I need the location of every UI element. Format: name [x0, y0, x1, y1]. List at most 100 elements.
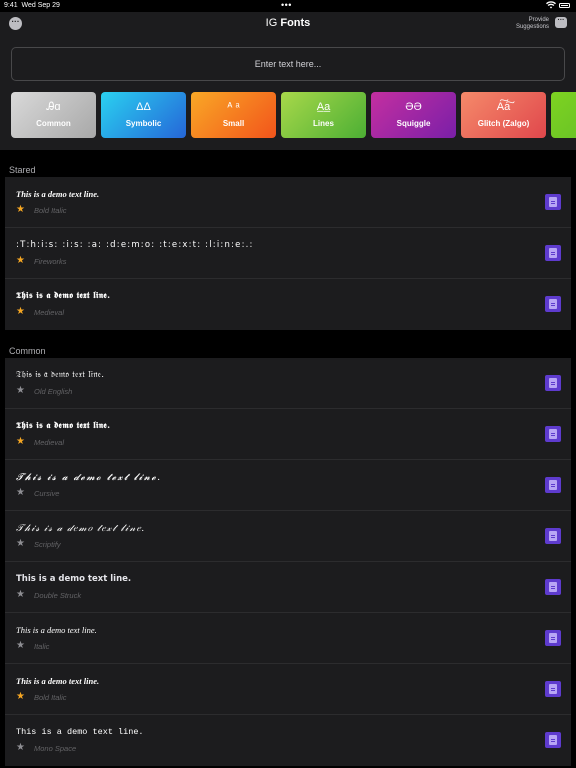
star-icon[interactable]: ★ [16, 538, 25, 550]
font-row[interactable]: This is a demo text line. ★ Double Struck [5, 562, 571, 613]
font-name: Medieval [34, 438, 65, 447]
font-sample-text: 𝒯𝒽𝒾𝓈 𝒾𝓈 𝒶 𝒹𝑒𝓂𝑜 𝓉𝑒𝓍𝓉 𝓁𝒾𝓃𝑒. [16, 524, 146, 534]
category-glitch-zalgo[interactable]: A͠a͠ Glitch (Zalgo) [461, 92, 546, 138]
copy-document-icon [549, 684, 557, 694]
copy-button[interactable] [545, 579, 561, 595]
copy-document-icon [549, 197, 557, 207]
common-list: 𝔗𝔥𝔦𝔰 𝔦𝔰 𝔞 𝔡𝔢𝔪𝔬 𝔱𝔢𝔵𝔱 𝔩𝔦𝔫𝔢. ★ Old English 𝕿𝖍𝖎… [5, 358, 571, 766]
font-name: Medieval [34, 308, 65, 317]
copy-button[interactable] [545, 681, 561, 697]
category-label: Lines [313, 119, 334, 128]
copy-button[interactable] [545, 245, 561, 261]
font-row[interactable]: ꞉T꞉h꞉i꞉s꞉ ꞉i꞉s꞉ ꞉a꞉ ꞉d꞉e꞉m꞉o꞉ ꞉t꞉e꞉x꞉t꞉ … [5, 228, 571, 279]
font-sample-text: This is a demo text line. [16, 189, 100, 199]
status-bar: 9:41 Wed Sep 29 ••• [0, 0, 576, 12]
section-header-stared: Stared [9, 165, 36, 175]
category-glyph: A̲a̲ [316, 101, 331, 113]
category-glyph: A͠a͠ [496, 101, 511, 113]
category-glyph: Ꭿɑ [46, 101, 61, 113]
copy-button[interactable] [545, 426, 561, 442]
font-row[interactable]: 𝕿𝖍𝖎𝖘 𝖎𝖘 𝖆 𝖉𝖊𝖒𝖔 𝖙𝖊𝖝𝖙 𝖑𝖎𝖓𝖊. ★ Medieval [5, 279, 571, 330]
star-icon[interactable]: ★ [16, 691, 25, 703]
copy-button[interactable] [545, 375, 561, 391]
copy-document-icon [549, 429, 557, 439]
category-small[interactable]: ᴬ ᵃ Small [191, 92, 276, 138]
stared-list: This is a demo text line. ★ Bold Italic ꞉T꞉… [5, 177, 571, 330]
font-row[interactable]: 𝔗𝔥𝔦𝔰 𝔦𝔰 𝔞 𝔡𝔢𝔪𝔬 𝔱𝔢𝔵𝔱 𝔩𝔦𝔫𝔢. ★ Old English [5, 358, 571, 409]
font-row[interactable]: 𝕿𝖍𝖎𝖘 𝖎𝖘 𝖆 𝖉𝖊𝖒𝖔 𝖙𝖊𝖝𝖙 𝖑𝖎𝖓𝖊. ★ Medieval [5, 409, 571, 460]
font-name: Old English [34, 387, 73, 396]
copy-button[interactable] [545, 528, 561, 544]
star-icon[interactable]: ★ [16, 589, 25, 601]
font-sample-text: This is a demo text line. [16, 676, 100, 686]
font-name: Bold Italic [34, 206, 67, 215]
category-glyph: ƏƏ [405, 101, 422, 113]
section-header-common: Common [9, 346, 46, 356]
font-row[interactable]: 𝒯𝒽𝒾𝓈 𝒾𝓈 𝒶 𝒹𝑒𝓂𝑜 𝓉𝑒𝓍𝓉 𝓁𝒾𝓃𝑒. ★ Scriptify [5, 511, 571, 562]
star-icon[interactable]: ★ [16, 306, 25, 318]
category-common[interactable]: Ꭿɑ Common [11, 92, 96, 138]
star-icon[interactable]: ★ [16, 385, 25, 397]
font-sample-text: 𝓣𝓱𝓲𝓼 𝓲𝓼 𝓪 𝓭𝓮𝓶𝓸 𝓽𝓮𝔁𝓽 𝓵𝓲𝓷𝓮. [16, 472, 162, 483]
provide-suggestions-button[interactable]: Provide Suggestions [516, 17, 549, 31]
font-name: Bold Italic [34, 693, 67, 702]
font-row[interactable]: This is a demo text line. ★ Italic [5, 613, 571, 664]
copy-button[interactable] [545, 194, 561, 210]
font-row[interactable]: This is a demo text line. ★ Bold Italic [5, 664, 571, 715]
category-label: Common [36, 119, 71, 128]
font-name: Mono Space [34, 744, 77, 753]
copy-document-icon [549, 735, 557, 745]
wifi-icon [546, 1, 556, 11]
copy-button[interactable] [545, 296, 561, 312]
font-name: Scriptify [34, 540, 61, 549]
chat-bubble-icon[interactable]: ··· [555, 17, 567, 28]
category-more[interactable] [551, 92, 576, 138]
font-sample-text: This is a demo text line. [16, 625, 97, 635]
multitasking-dots[interactable]: ••• [281, 0, 292, 10]
star-icon[interactable]: ★ [16, 436, 25, 448]
category-squiggle[interactable]: ƏƏ Squiggle [371, 92, 456, 138]
category-symbolic[interactable]: ΔΔ Symbolic [101, 92, 186, 138]
font-name: Italic [34, 642, 50, 651]
font-sample-text: This is a demo text line. [16, 574, 132, 584]
category-label: Symbolic [125, 119, 162, 128]
font-name: Double Struck [34, 591, 82, 600]
category-glyph: ΔΔ [136, 101, 151, 113]
copy-document-icon [549, 299, 557, 309]
copy-document-icon [549, 378, 557, 388]
category-lines[interactable]: A̲a̲ Lines [281, 92, 366, 138]
font-sample-text: ꞉T꞉h꞉i꞉s꞉ ꞉i꞉s꞉ ꞉a꞉ ꞉d꞉e꞉m꞉o꞉ ꞉t꞉e꞉x꞉t꞉ … [16, 240, 254, 250]
font-sample-text: This is a demo text line. [16, 727, 144, 737]
star-icon[interactable]: ★ [16, 255, 25, 267]
copy-button[interactable] [545, 630, 561, 646]
font-sample-text: 𝕿𝖍𝖎𝖘 𝖎𝖘 𝖆 𝖉𝖊𝖒𝖔 𝖙𝖊𝖝𝖙 𝖑𝖎𝖓𝖊. [16, 291, 111, 301]
category-glyph: ᴬ ᵃ [227, 101, 240, 113]
font-name: Fireworks [34, 257, 67, 266]
copy-document-icon [549, 531, 557, 541]
category-label: Squiggle [396, 119, 431, 128]
font-name: Cursive [34, 489, 60, 498]
status-time: 9:41 Wed Sep 29 [4, 2, 60, 9]
font-row[interactable]: This is a demo text line. ★ Bold Italic [5, 177, 571, 228]
category-scroller[interactable]: Ꭿɑ Common ΔΔ Symbolic ᴬ ᵃ Small A̲a̲ Lines ƏƏ Squ… [11, 92, 576, 138]
header-area: Ꭿɑ Common ΔΔ Symbolic ᴬ ᵃ Small A̲a̲ Lines ƏƏ Squ… [0, 36, 576, 150]
star-icon[interactable]: ★ [16, 487, 25, 499]
font-row[interactable]: 𝓣𝓱𝓲𝓼 𝓲𝓼 𝓪 𝓭𝓮𝓶𝓸 𝓽𝓮𝔁𝓽 𝓵𝓲𝓷𝓮. ★ Cursive [5, 460, 571, 511]
category-label: Small [222, 119, 245, 128]
text-input[interactable] [11, 47, 565, 81]
copy-button[interactable] [545, 732, 561, 748]
font-row[interactable]: This is a demo text line. ★ Mono Space [5, 715, 571, 766]
copy-button[interactable] [545, 477, 561, 493]
copy-document-icon [549, 480, 557, 490]
category-label: Glitch (Zalgo) [477, 119, 530, 128]
nav-bar: ··· IG Fonts Provide Suggestions ··· [0, 12, 576, 36]
font-sample-text: 𝕿𝖍𝖎𝖘 𝖎𝖘 𝖆 𝖉𝖊𝖒𝖔 𝖙𝖊𝖝𝖙 𝖑𝖎𝖓𝖊. [16, 421, 111, 431]
copy-document-icon [549, 248, 557, 258]
star-icon[interactable]: ★ [16, 204, 25, 216]
copy-document-icon [549, 633, 557, 643]
battery-icon [559, 3, 570, 8]
page-title: IG Fonts [265, 17, 311, 29]
star-icon[interactable]: ★ [16, 742, 25, 754]
star-icon[interactable]: ★ [16, 640, 25, 652]
copy-document-icon [549, 582, 557, 592]
